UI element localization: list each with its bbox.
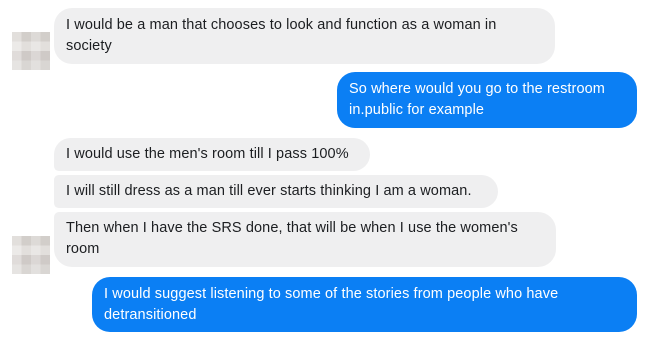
message-text: Then when I have the SRS done, that will… (66, 220, 518, 257)
incoming-message-bubble: I would use the men's room till I pass 1… (54, 138, 370, 171)
incoming-message-bubble: I will still dress as a man till ever st… (54, 175, 498, 208)
incoming-message-bubble: Then when I have the SRS done, that will… (54, 212, 556, 267)
message-text: I would use the men's room till I pass 1… (66, 146, 349, 162)
message-text: I would be a man that chooses to look an… (66, 17, 497, 54)
outgoing-message-bubble: So where would you go to the restroom in… (337, 72, 637, 128)
message-text: I will still dress as a man till ever st… (66, 183, 472, 199)
contact-avatar[interactable] (12, 32, 50, 70)
contact-avatar[interactable] (12, 236, 50, 274)
message-text: So where would you go to the restroom in… (349, 81, 605, 118)
message-text: I would suggest listening to some of the… (104, 286, 559, 323)
outgoing-message-bubble: I would suggest listening to some of the… (92, 277, 637, 332)
incoming-message-bubble: I would be a man that chooses to look an… (54, 8, 555, 64)
